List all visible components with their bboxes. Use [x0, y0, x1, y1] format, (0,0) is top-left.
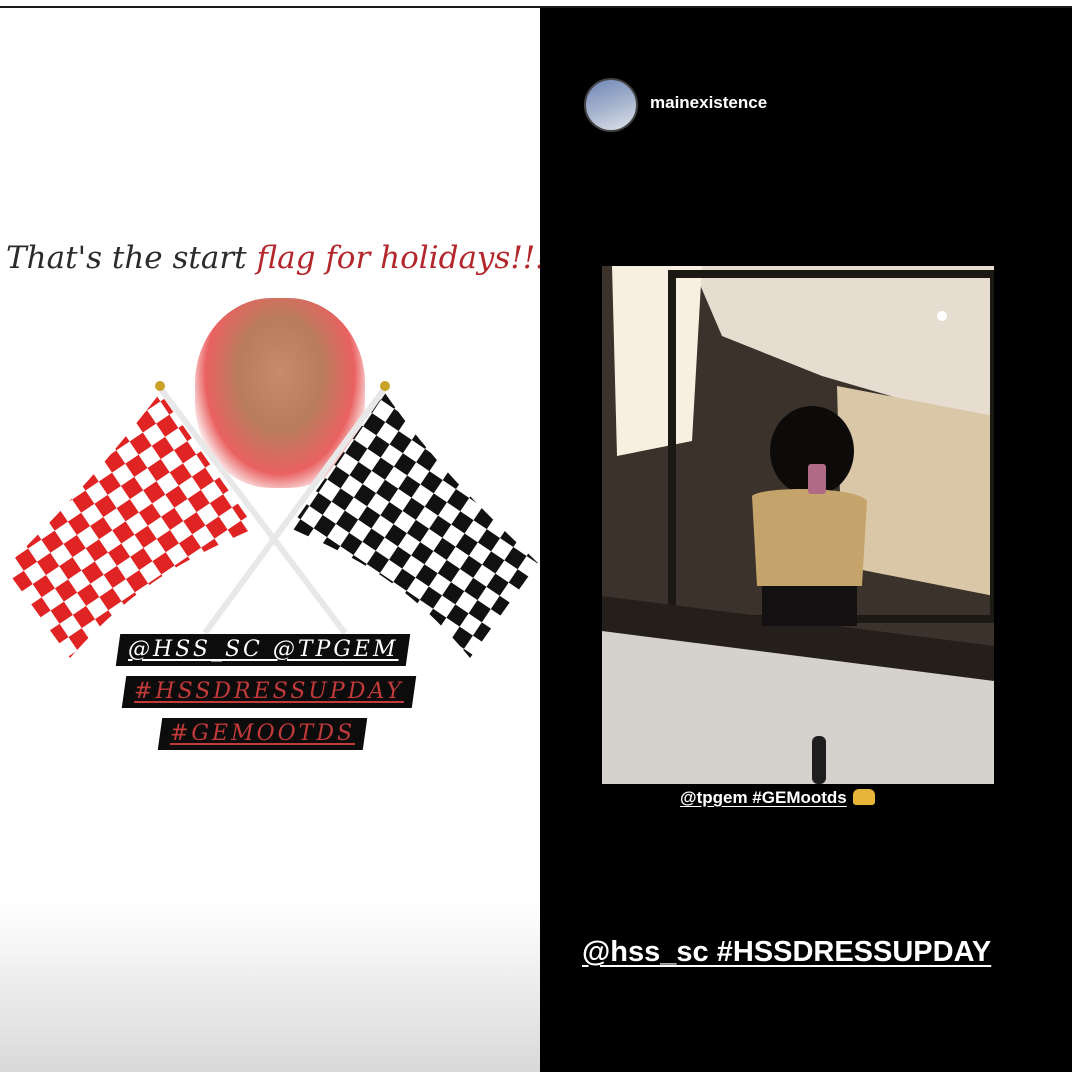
hashtag-dressupday-text[interactable]: #HSSDRESSUPDAY — [134, 676, 404, 708]
black-checkered-flag — [290, 393, 538, 658]
left-story-panel: That's the start flag for holidays!!! @H… — [0, 8, 540, 1072]
mirror-selfie-photo — [602, 266, 994, 784]
red-flag-finial — [155, 381, 165, 391]
avatar[interactable] — [584, 78, 638, 132]
black-flag-finial — [380, 381, 390, 391]
tag-box-hashtag-dressupday: #HSSDRESSUPDAY — [121, 676, 417, 708]
mention-hashtag-line: @tpgem #GEMootds — [680, 788, 875, 808]
caption-accent-text: flag for holidays!!! — [256, 240, 540, 276]
story-caption: That's the start flag for holidays!!! — [6, 240, 540, 276]
checkered-flags-graphic — [5, 381, 538, 658]
hashtag-banner[interactable]: @hss_sc #HSSDRESSUPDAY — [582, 936, 991, 969]
right-story-panel: mainexistence @tpgem #GEMootds @hss_sc #… — [540, 8, 1072, 1072]
tag-box-hashtag-gemootds: #GEMOOTDS — [157, 718, 368, 750]
mentions-text[interactable]: @HSS_SC @TPGEM — [128, 634, 398, 666]
tag-box-mentions: @HSS_SC @TPGEM — [115, 634, 411, 666]
hashtag-gemootds-text[interactable]: #GEMOOTDS — [170, 718, 355, 750]
username-label[interactable]: mainexistence — [650, 93, 767, 113]
caption-start-text: That's the start — [6, 240, 257, 276]
raised-hands-icon — [852, 789, 875, 805]
photo-scene — [602, 266, 994, 784]
mention-hashtag-text[interactable]: @tpgem #GEMootds — [680, 788, 847, 807]
